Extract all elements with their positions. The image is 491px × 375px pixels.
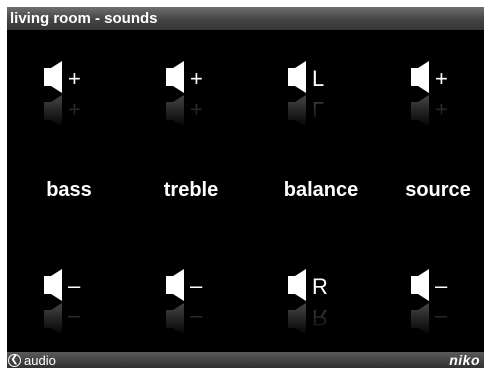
speaker-icon: – bbox=[411, 269, 448, 301]
speaker-icon: R bbox=[288, 269, 328, 301]
svg-text:–: – bbox=[190, 306, 203, 331]
back-label: audio bbox=[24, 352, 56, 368]
svg-text:–: – bbox=[190, 273, 203, 298]
source-up-button[interactable]: + + bbox=[409, 60, 484, 134]
bass-down-button[interactable]: – – bbox=[42, 268, 132, 342]
page-title: living room - sounds bbox=[10, 10, 158, 27]
bass-up-button[interactable]: + + bbox=[42, 60, 132, 134]
speaker-icon: – bbox=[44, 269, 81, 301]
svg-text:–: – bbox=[435, 306, 448, 331]
treble-label: treble bbox=[163, 179, 219, 201]
balance-label: balance bbox=[283, 179, 359, 201]
speaker-icon: + bbox=[411, 61, 448, 93]
svg-text:+: + bbox=[68, 97, 81, 122]
speaker-icon: + bbox=[44, 61, 81, 93]
speaker-icon: + bbox=[166, 61, 203, 93]
svg-text:R: R bbox=[312, 274, 328, 299]
svg-text:+: + bbox=[190, 97, 203, 122]
balance-left-button[interactable]: L L bbox=[286, 60, 376, 134]
svg-text:–: – bbox=[435, 273, 448, 298]
svg-text:–: – bbox=[68, 306, 81, 331]
source-label: source bbox=[405, 179, 471, 201]
svg-text:L: L bbox=[312, 66, 324, 91]
treble-down-button[interactable]: – – bbox=[164, 268, 254, 342]
balance-right-button[interactable]: R R bbox=[286, 268, 376, 342]
source-down-button[interactable]: – – bbox=[409, 268, 484, 342]
back-button[interactable]: ❮ audio bbox=[8, 352, 56, 368]
svg-text:L: L bbox=[312, 97, 324, 122]
title-bar: living room - sounds bbox=[7, 7, 484, 30]
svg-text:+: + bbox=[435, 66, 448, 91]
sounds-screen: living room - sounds + + + + L L + + bas… bbox=[7, 7, 484, 368]
svg-text:–: – bbox=[68, 273, 81, 298]
svg-text:R: R bbox=[312, 305, 328, 330]
treble-up-button[interactable]: + + bbox=[164, 60, 254, 134]
bass-label: bass bbox=[46, 179, 92, 201]
brand-logo: niko bbox=[449, 352, 480, 368]
svg-text:+: + bbox=[68, 66, 81, 91]
speaker-icon: – bbox=[166, 269, 203, 301]
svg-text:+: + bbox=[190, 66, 203, 91]
speaker-icon: L bbox=[288, 61, 324, 93]
back-arrow-icon: ❮ bbox=[8, 353, 21, 367]
footer-bar: ❮ audio niko bbox=[7, 352, 484, 368]
svg-text:+: + bbox=[435, 97, 448, 122]
